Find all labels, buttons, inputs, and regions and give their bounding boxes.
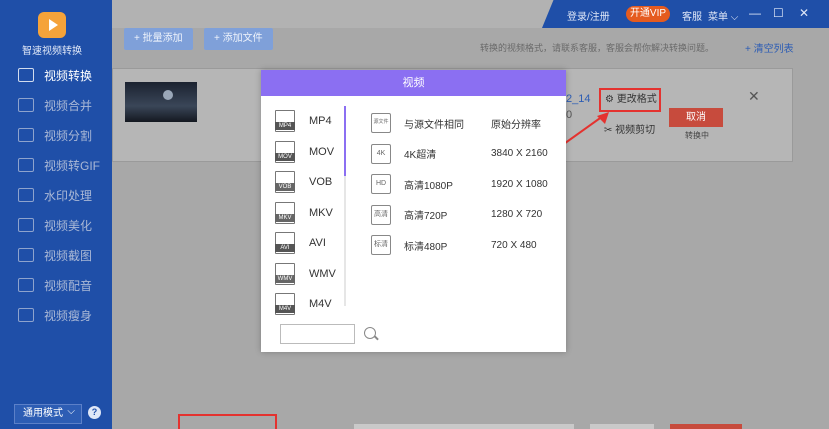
sidebar-nav: 视频转换 视频合并 视频分割 视频转GIF 水印处理 视频美化 视频截图 视频配… xyxy=(0,60,112,330)
sidebar-item-compress[interactable]: 视频瘦身 xyxy=(0,300,112,330)
maximize-icon[interactable]: ☐ xyxy=(773,6,784,20)
cancel-button[interactable]: 取消 xyxy=(669,108,723,127)
close-icon[interactable]: ✕ xyxy=(799,6,809,20)
remove-file-icon[interactable]: ✕ xyxy=(748,88,760,105)
format-list: MP4 MP4 MOV MOV VOB VOB MKV MKV AVI AVI WMV WM… xyxy=(275,106,343,320)
status-text: 转换中 xyxy=(685,131,709,140)
video-convert-icon xyxy=(18,68,34,82)
format-item-m4v[interactable]: M4V M4V xyxy=(275,289,343,320)
minimize-icon[interactable]: — xyxy=(749,6,761,20)
notice-text: 转换的视频格式，请联系客服，客服会帮你解决转换问题。 xyxy=(480,43,715,53)
modal-title: 视频 xyxy=(261,70,566,96)
beautify-icon xyxy=(18,218,34,232)
mov-file-icon: MOV xyxy=(275,140,295,163)
sidebar-item-video-to-gif[interactable]: 视频转GIF xyxy=(0,150,112,180)
start-button xyxy=(670,424,742,429)
sd480-icon: 标清 xyxy=(371,235,391,256)
resolution-list: 源文件 与源文件相同 原始分辨率 4K 4K超清 3840 X 2160 HD 高清108… xyxy=(371,108,561,261)
format-item-mov[interactable]: MOV MOV xyxy=(275,137,343,168)
resolution-item-720p[interactable]: 高清 高清720P 1280 X 720 xyxy=(371,200,561,231)
mp4-file-icon: MP4 xyxy=(275,110,295,133)
clear-list-button[interactable]: + 清空列表 xyxy=(745,40,794,55)
hd-icon: HD xyxy=(371,174,391,195)
video-split-icon xyxy=(18,128,34,142)
app-logo-icon xyxy=(38,12,66,38)
avi-file-icon: AVI xyxy=(275,232,295,255)
sidebar-item-dubbing[interactable]: 视频配音 xyxy=(0,270,112,300)
source-file-icon: 源文件 xyxy=(371,113,391,134)
output-path-highlight xyxy=(178,414,277,429)
sidebar: 智速视频转换 视频转换 视频合并 视频分割 视频转GIF 水印处理 视频美化 视… xyxy=(0,0,112,429)
highlight-arrow xyxy=(560,112,609,147)
batch-add-button[interactable]: + 批量添加 xyxy=(124,28,193,50)
resolution-item-480p[interactable]: 标清 标清480P 720 X 480 xyxy=(371,230,561,261)
login-link[interactable]: 登录/注册 xyxy=(567,8,610,23)
mkv-file-icon: MKV xyxy=(275,201,295,224)
video-thumbnail xyxy=(125,82,197,122)
list-scrollbar-thumb[interactable] xyxy=(344,106,346,176)
wmv-file-icon: WMV xyxy=(275,262,295,285)
sidebar-item-screenshot[interactable]: 视频截图 xyxy=(0,240,112,270)
vip-button[interactable]: 开通VIP xyxy=(626,6,670,22)
app-name: 智速视频转换 xyxy=(22,46,82,57)
compress-icon xyxy=(18,308,34,322)
format-item-vob[interactable]: VOB VOB xyxy=(275,167,343,198)
bottom-input xyxy=(354,424,574,429)
help-icon[interactable]: ? xyxy=(88,406,101,419)
service-link[interactable]: 客服 xyxy=(682,8,702,23)
watermark-icon xyxy=(18,188,34,202)
menu-dropdown[interactable]: 菜单 ⌵ xyxy=(708,8,738,23)
mode-select[interactable]: 通用模式 xyxy=(14,403,82,424)
format-item-wmv[interactable]: WMV WMV xyxy=(275,259,343,290)
m4v-file-icon: M4V xyxy=(275,293,295,316)
format-item-avi[interactable]: AVI AVI xyxy=(275,228,343,259)
screenshot-icon xyxy=(18,248,34,262)
sidebar-item-watermark[interactable]: 水印处理 xyxy=(0,180,112,210)
sidebar-item-video-merge[interactable]: 视频合并 xyxy=(0,90,112,120)
video-cut-button[interactable]: ✂ 视频剪切 xyxy=(604,121,655,136)
sidebar-item-video-split[interactable]: 视频分割 xyxy=(0,120,112,150)
sidebar-item-video-convert[interactable]: 视频转换 xyxy=(0,60,112,90)
format-search-input[interactable] xyxy=(280,324,355,344)
4k-icon: 4K xyxy=(371,143,391,164)
add-file-button[interactable]: + 添加文件 xyxy=(204,28,273,50)
bottom-button xyxy=(590,424,654,429)
hd720-icon: 高清 xyxy=(371,204,391,225)
search-icon[interactable] xyxy=(364,327,376,339)
microphone-icon xyxy=(18,278,34,292)
resolution-item-1080p[interactable]: HD 高清1080P 1920 X 1080 xyxy=(371,169,561,200)
format-modal: 视频 MP4 MP4 MOV MOV VOB VOB MKV MKV AVI AVI WM… xyxy=(261,70,566,352)
format-item-mkv[interactable]: MKV MKV xyxy=(275,198,343,229)
gif-icon xyxy=(18,158,34,172)
vob-file-icon: VOB xyxy=(275,171,295,194)
video-merge-icon xyxy=(18,98,34,112)
resolution-item-4k[interactable]: 4K 4K超清 3840 X 2160 xyxy=(371,139,561,170)
resolution-item-source[interactable]: 源文件 与源文件相同 原始分辨率 xyxy=(371,108,561,139)
sidebar-item-beautify[interactable]: 视频美化 xyxy=(0,210,112,240)
file-name: 2_14 xyxy=(566,93,591,105)
format-item-mp4[interactable]: MP4 MP4 xyxy=(275,106,343,137)
